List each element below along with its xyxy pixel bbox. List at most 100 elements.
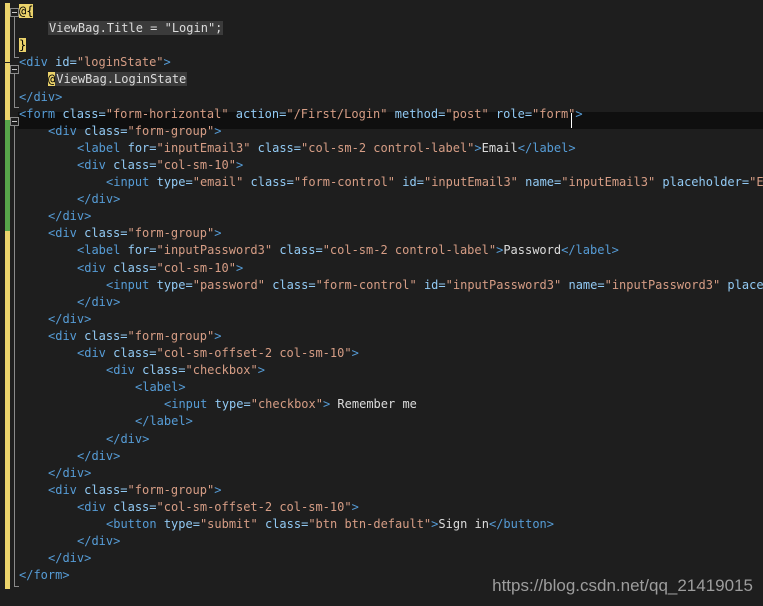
code-line[interactable]: </div> [77,533,120,550]
code-line[interactable]: </div> [48,550,91,567]
code-line[interactable]: <div class="col-sm-offset-2 col-sm-10"> [77,345,359,362]
code-line[interactable]: ViewBag.Title = "Login"; [48,20,224,37]
code-line[interactable]: <div id="loginState"> [19,54,171,71]
code-line[interactable]: </div> [77,448,120,465]
code-line[interactable]: </div> [48,208,91,225]
code-token: </div> [77,294,121,309]
code-token: "form-group" [127,482,215,497]
code-token: "col-sm-10" [156,157,236,172]
code-line[interactable]: <label> [135,379,186,396]
code-token: "email" [192,175,244,189]
code-line[interactable]: </div> [77,294,120,311]
code-line[interactable]: <div class="col-sm-10"> [77,260,243,277]
code-line[interactable]: <div class="form-group"> [48,482,221,499]
code-line[interactable]: <input type="email" class="form-control"… [106,174,763,191]
code-token: <div [106,363,135,378]
code-token: role= [495,106,533,121]
code-token: > [257,363,265,378]
code-token: "col-sm-2 control-label" [301,140,475,155]
code-token: "form" [532,106,576,121]
code-token: <label [77,243,121,258]
code-editor[interactable]: @{ ViewBag.Title = "Login";} <div id="logi… [0,0,763,606]
code-token: class= [113,346,157,360]
code-line[interactable]: </div> [106,431,149,448]
code-line[interactable]: <div class="col-sm-10"> [77,157,243,174]
code-line[interactable]: <button type="submit" class="btn btn-def… [106,516,554,533]
code-line[interactable]: <div class="checkbox"> [106,362,265,379]
code-token: class= [250,175,294,189]
code-line[interactable]: <label for="inputPassword3" class="col-s… [77,242,619,259]
code-line[interactable]: <input type="password" class="form-contr… [106,277,763,294]
code-line[interactable]: <input type="checkbox"> Remember me [164,396,417,413]
code-line[interactable]: <div class="form-group"> [48,225,221,242]
code-token: ViewBag.LoginState [55,72,188,87]
watermark: https://blog.csdn.net/qq_21419015 [492,576,753,595]
code-token: > [235,260,244,275]
code-token: > [214,328,222,343]
code-line[interactable]: <form class="form-horizontal" action="/F… [19,106,583,123]
code-token: method= [394,106,446,121]
code-token: Remember me [330,397,417,412]
code-line[interactable]: </form> [19,567,70,584]
code-token: </div> [77,192,121,207]
code-line[interactable]: <div class="form-group"> [48,123,221,140]
code-token: <input [164,397,208,412]
fold-toggle-icon[interactable] [10,117,19,126]
code-line[interactable]: } [19,37,27,54]
code-line[interactable]: </div> [48,311,91,328]
code-line[interactable]: <div class="form-group"> [48,328,221,345]
code-token: "password" [192,277,265,292]
code-token: class= [257,140,302,155]
code-line[interactable]: </div> [77,191,120,208]
code-token: </div> [19,89,63,104]
fold-toggle-icon[interactable] [10,65,19,74]
code-token: } [19,38,27,53]
code-token: "form-control" [315,277,417,292]
code-token: "post" [445,106,489,121]
code-token: </form> [19,568,70,583]
code-line[interactable]: </div> [19,89,62,106]
code-token: class= [84,123,128,138]
code-token: "inputPassword3" [604,277,721,292]
code-line[interactable]: </div> [48,465,91,482]
code-token: class= [272,277,316,292]
code-line[interactable]: <div class="col-sm-offset-2 col-sm-10"> [77,499,359,516]
code-token: > [214,123,222,138]
code-line[interactable]: @ViewBag.LoginState [48,71,188,88]
code-token: "checkbox" [185,363,258,378]
code-token: "inputEmail3" [156,140,251,155]
fold-guide [14,126,15,586]
code-token: > [163,55,171,70]
code-token: </div> [77,534,121,549]
fold-toggle-icon[interactable] [10,8,19,17]
code-token: class= [62,106,106,121]
code-token: > [214,226,222,241]
code-token: class= [279,243,323,258]
code-token: > [214,482,222,497]
code-token: type= [214,397,251,412]
code-line[interactable]: @{ [19,3,34,20]
fold-guide [14,17,15,57]
code-line[interactable]: <label for="inputEmail3" class="col-sm-2… [77,140,576,157]
code-token: </label> [135,414,193,429]
code-token: <div [77,157,106,172]
code-token: "col-sm-10" [156,260,236,275]
code-token: > [351,499,359,514]
code-token: id= [423,277,446,292]
code-token: <div [77,499,106,514]
code-token: name= [525,175,562,189]
code-token: type= [156,175,193,189]
code-token: class= [84,482,128,497]
code-line[interactable]: </label> [135,413,193,430]
